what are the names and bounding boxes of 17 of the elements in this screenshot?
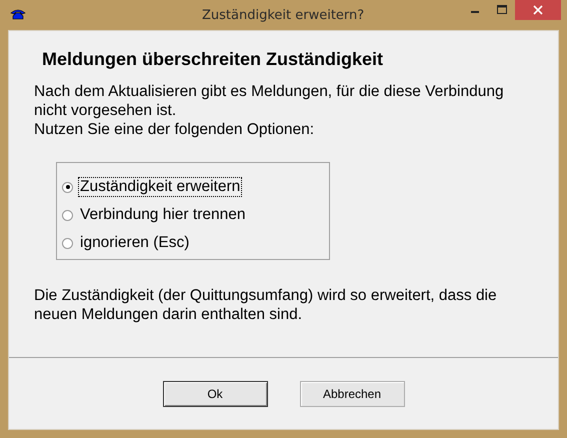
- option-label[interactable]: Verbindung hier trennen: [78, 205, 248, 225]
- window-title: Zuständigkeit erweitern?: [202, 8, 364, 22]
- instruction-text: Nutzen Sie eine der folgenden Optionen:: [34, 120, 316, 139]
- maximize-icon: [496, 5, 506, 15]
- explanation-text: Die Zuständigkeit (der Quittungsumfang) wird so erweitert, dass die neuen Meldungen darin enthalten sind.: [34, 286, 498, 324]
- telephone-icon: [10, 9, 26, 21]
- instruction-text: Nach dem Aktualisieren gibt es Meldungen, für die diese Verbindung nicht vorgesehen ist.: [34, 82, 505, 120]
- dialog-heading: Meldungen überschreiten Zuständigkeit: [42, 49, 384, 70]
- ok-button[interactable]: Ok: [162, 380, 268, 406]
- option-label[interactable]: ignorieren (Esc): [78, 233, 192, 253]
- cancel-button[interactable]: Abbrechen: [300, 380, 404, 406]
- radio-button[interactable]: [62, 182, 73, 192]
- radio-button[interactable]: [62, 238, 73, 248]
- radio-button[interactable]: [62, 210, 73, 220]
- option-label[interactable]: Zuständigkeit erweitern: [78, 177, 242, 197]
- close-icon: [533, 5, 543, 15]
- close-button[interactable]: [515, 0, 561, 20]
